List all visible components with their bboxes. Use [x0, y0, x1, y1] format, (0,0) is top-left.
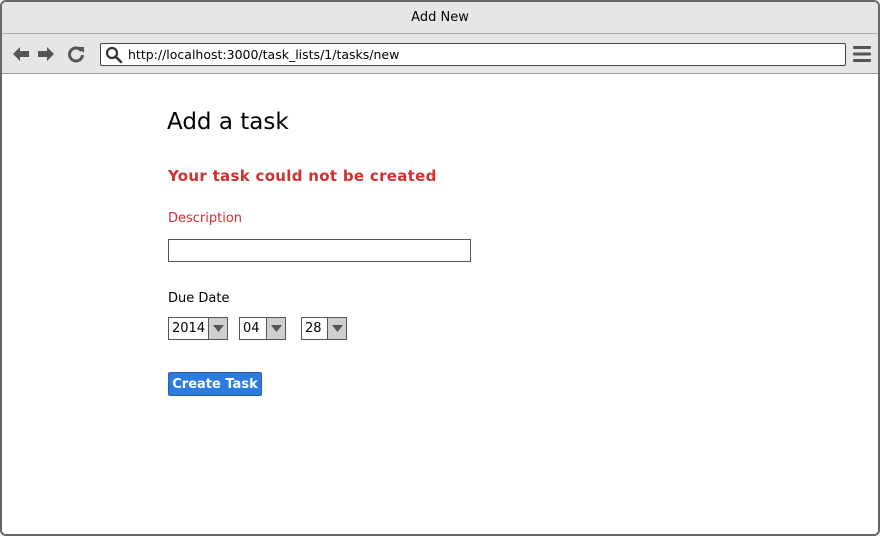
address-bar[interactable]: http://localhost:3000/task_lists/1/tasks… — [100, 43, 846, 66]
due-day-select[interactable]: 28 — [301, 317, 347, 340]
description-label: Description — [168, 211, 243, 226]
back-arrow-icon[interactable] — [11, 44, 31, 64]
page-title: Add a task — [167, 109, 289, 135]
window-titlebar: Add New — [2, 2, 878, 34]
due-month-value: 04 — [243, 321, 260, 336]
search-icon — [105, 46, 123, 63]
window-title: Add New — [411, 10, 469, 25]
hamburger-menu-icon[interactable] — [852, 45, 872, 63]
chevron-down-icon — [208, 318, 227, 339]
error-message: Your task could not be created — [168, 167, 437, 185]
forward-arrow-icon[interactable] — [36, 44, 56, 64]
chevron-down-icon — [266, 318, 285, 339]
due-year-value: 2014 — [172, 321, 206, 336]
reload-icon[interactable] — [66, 44, 86, 64]
due-day-value: 28 — [305, 321, 322, 336]
chevron-down-icon — [327, 318, 346, 339]
due-date-label: Due Date — [168, 291, 230, 306]
url-text: http://localhost:3000/task_lists/1/tasks… — [128, 47, 400, 62]
description-input[interactable] — [168, 239, 471, 262]
due-year-select[interactable]: 2014 — [168, 317, 228, 340]
due-month-select[interactable]: 04 — [239, 317, 286, 340]
browser-window: Add New http://localhost:3000/task_lists… — [0, 0, 880, 536]
create-task-button[interactable]: Create Task — [168, 372, 262, 396]
browser-toolbar: http://localhost:3000/task_lists/1/tasks… — [2, 34, 878, 74]
page-content: Add a task Your task could not be create… — [2, 75, 878, 534]
